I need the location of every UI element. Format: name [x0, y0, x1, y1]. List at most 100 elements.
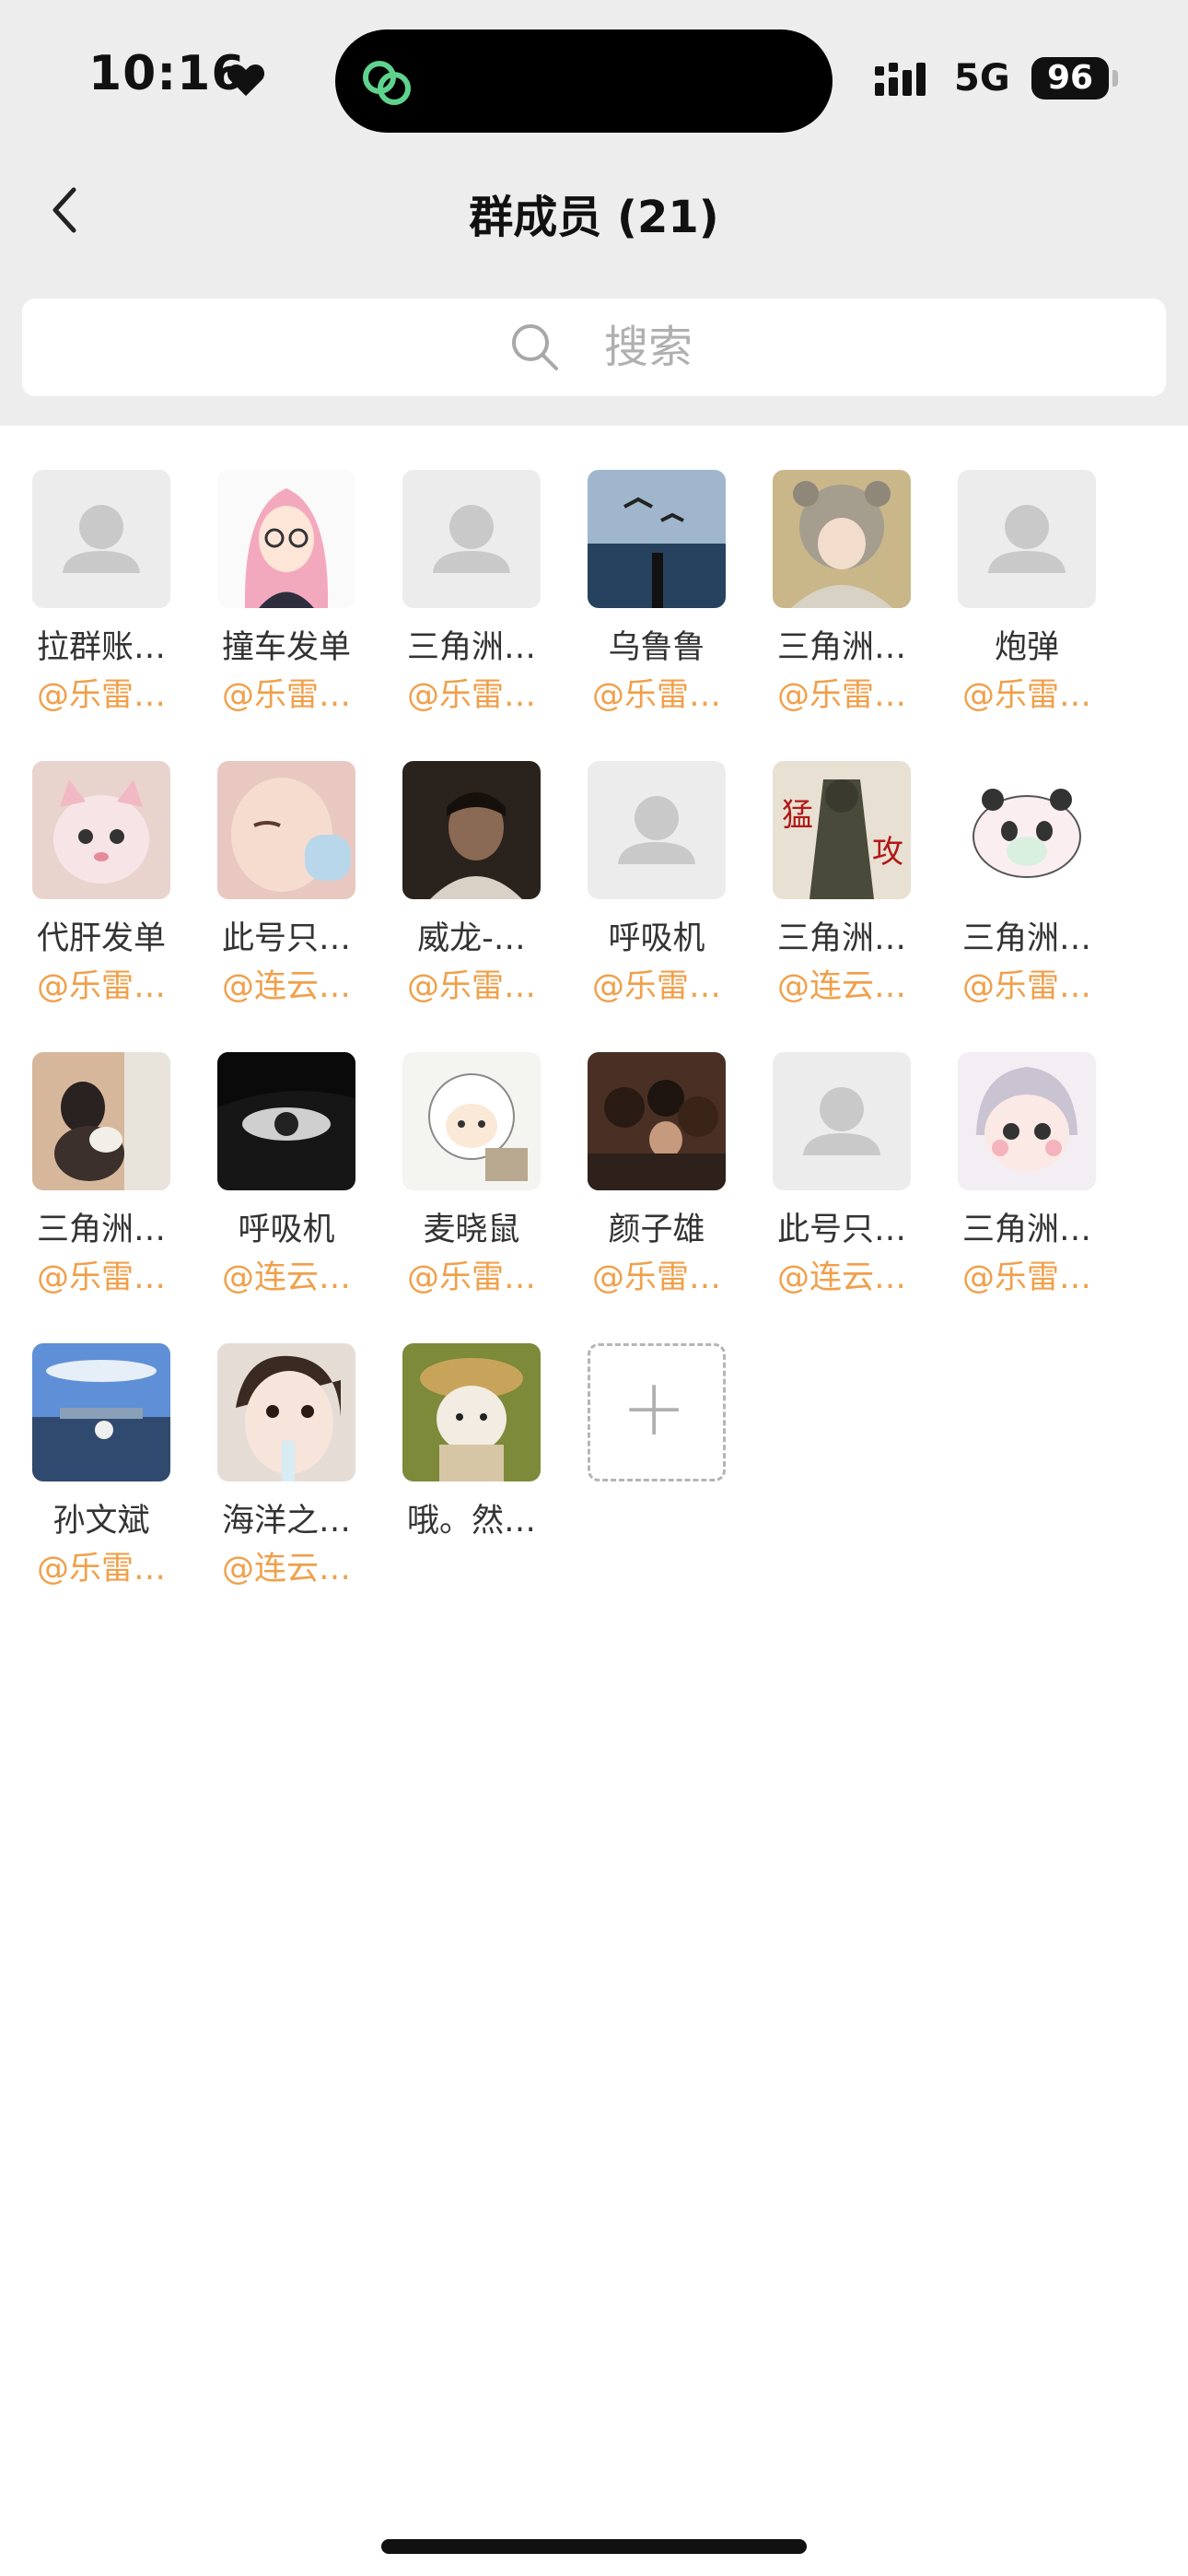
member-group-tag: @连云…: [776, 1259, 906, 1296]
default-avatar-icon: [958, 470, 1096, 608]
svg-text:攻: 攻: [872, 834, 903, 871]
lake-boat-photo: [32, 1343, 170, 1481]
member-name: 呼吸机: [608, 920, 705, 957]
member-avatar[interactable]: [958, 1052, 1096, 1190]
nav-bar: 群成员 (21): [0, 147, 1188, 273]
member-avatar[interactable]: [588, 761, 726, 899]
member-name: 撞车发单: [221, 629, 351, 666]
member-name: 拉群账…: [36, 629, 166, 666]
girl-with-dog-photo: [32, 1052, 170, 1190]
member-group-tag: @乐雷…: [36, 677, 166, 714]
anime-girl-avatar: [217, 470, 355, 608]
status-bar: 10:16 5G 96: [0, 0, 1188, 147]
member-name: 三角洲…: [776, 920, 906, 957]
battery-cap: [1112, 70, 1118, 87]
member-name: 三角洲…: [36, 1212, 166, 1248]
member-group-tag: @乐雷…: [221, 677, 351, 714]
member-avatar[interactable]: [588, 1052, 726, 1190]
pink-cat-photo: [32, 761, 170, 899]
toddler-photo: [217, 1343, 355, 1481]
search-input[interactable]: 搜索: [22, 299, 1166, 396]
member-group-tag: @乐雷…: [406, 1259, 536, 1296]
battery-level: 96: [1031, 57, 1109, 100]
member-name: 此号只…: [776, 1212, 906, 1248]
member-name: 三角洲…: [406, 629, 536, 666]
member-avatar[interactable]: [32, 470, 170, 608]
member-group-tag: @乐雷…: [591, 1259, 721, 1296]
member-group-tag: @乐雷…: [591, 677, 721, 714]
bear-hat-girl-photo: [773, 470, 911, 608]
member-avatar[interactable]: [402, 470, 541, 608]
chibi-character: [958, 1052, 1096, 1190]
member-avatar[interactable]: [958, 470, 1096, 608]
member-avatar[interactable]: [32, 761, 170, 899]
member-avatar[interactable]: [588, 470, 726, 608]
plush-toy-photo: [402, 1343, 541, 1481]
add-member-tile[interactable]: [588, 1343, 726, 1481]
member-name: 孙文斌: [52, 1503, 150, 1540]
heart-icon: [227, 64, 265, 97]
member-group-tag: @乐雷…: [961, 1259, 1091, 1296]
member-group-tag: @乐雷…: [406, 677, 536, 714]
member-group-tag: @乐雷…: [776, 677, 906, 714]
member-avatar[interactable]: [217, 470, 355, 608]
member-avatar[interactable]: [32, 1052, 170, 1190]
member-group-tag: @乐雷…: [961, 968, 1091, 1005]
member-group-tag: @连云…: [221, 1259, 351, 1296]
member-avatar[interactable]: 猛攻: [773, 761, 911, 899]
member-avatar[interactable]: [402, 1343, 541, 1481]
plus-icon: [629, 1385, 679, 1434]
wechat-link-icon: [363, 61, 411, 105]
member-name: 代肝发单: [36, 920, 166, 957]
crowd-photo: [588, 1052, 726, 1190]
member-avatar[interactable]: [32, 1343, 170, 1481]
girl-face-photo: [217, 761, 355, 899]
page-title: 群成员 (21): [469, 192, 719, 243]
member-name: 麦晓鼠: [423, 1212, 520, 1248]
member-name: 乌鲁鲁: [608, 629, 705, 666]
member-group-tag: @乐雷…: [591, 968, 721, 1005]
default-avatar-icon: [32, 470, 170, 608]
member-name: 呼吸机: [238, 1212, 335, 1248]
default-avatar-icon: [588, 761, 726, 899]
member-group-tag: @乐雷…: [961, 677, 1091, 714]
seagull-sea-photo: [588, 470, 726, 608]
member-avatar[interactable]: [958, 761, 1096, 899]
member-avatar[interactable]: [402, 761, 541, 899]
member-avatar[interactable]: [217, 761, 355, 899]
panda-cartoon: [958, 761, 1096, 899]
member-name: 三角洲…: [961, 920, 1091, 957]
member-group-tag: @乐雷…: [36, 1259, 166, 1296]
member-name: 炮弹: [994, 629, 1059, 666]
dynamic-island: [335, 29, 833, 133]
search-placeholder: 搜索: [604, 322, 693, 373]
home-indicator: [381, 2539, 807, 2554]
member-group-tag: @乐雷…: [406, 968, 536, 1005]
member-name: 此号只…: [221, 920, 351, 957]
member-group-tag: @乐雷…: [36, 1551, 166, 1587]
member-group-tag: @乐雷…: [36, 968, 166, 1005]
member-group-tag: @连云…: [776, 968, 906, 1005]
member-avatar[interactable]: [217, 1052, 355, 1190]
member-name: 海洋之…: [221, 1503, 351, 1540]
dark-portrait-photo: [402, 761, 541, 899]
signal-icon: [875, 63, 926, 96]
search-icon: [512, 324, 558, 370]
network-type: 5G: [954, 57, 1010, 100]
default-avatar-icon: [402, 470, 541, 608]
member-name: 三角洲…: [961, 1212, 1091, 1248]
member-group-tag: @连云…: [221, 1551, 351, 1587]
member-name: 颜子雄: [608, 1212, 705, 1248]
dark-eye-photo: [217, 1052, 355, 1190]
member-name: 威龙-…: [417, 920, 526, 957]
member-name: 哦。然…: [406, 1503, 536, 1540]
soldier-poster: 猛攻: [773, 761, 911, 899]
member-avatar[interactable]: [773, 470, 911, 608]
member-avatar[interactable]: [773, 1052, 911, 1190]
sheep-cartoon: [402, 1052, 541, 1190]
member-group-tag: @连云…: [221, 968, 351, 1005]
member-avatar[interactable]: [402, 1052, 541, 1190]
member-name: 三角洲…: [776, 629, 906, 666]
status-time: 10:16: [88, 46, 246, 101]
member-avatar[interactable]: [217, 1343, 355, 1481]
